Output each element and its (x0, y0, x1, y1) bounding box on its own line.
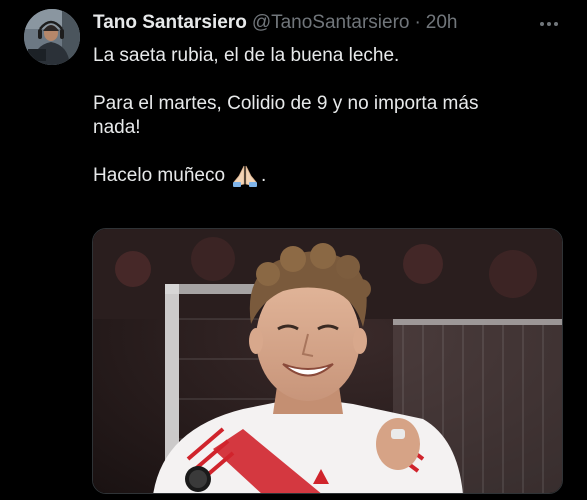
tweet-text-period: . (261, 165, 267, 186)
tweet-text-line: Hacelo muñeco (93, 165, 226, 186)
player-photo (93, 229, 562, 493)
separator-dot: · (414, 12, 421, 33)
author-avatar[interactable] (24, 9, 80, 65)
tweet[interactable]: Tano Santarsiero @TanoSantarsiero · 20h … (0, 0, 587, 500)
tweet-text-paragraph: Hacelo muñeco . (93, 164, 563, 188)
more-options-button[interactable] (537, 12, 561, 36)
author-handle[interactable]: @TanoSantarsiero (252, 11, 410, 35)
avatar-photo (24, 9, 80, 65)
ellipsis-icon (540, 22, 558, 26)
tweet-text-line: La saeta rubia, el de la buena leche. (93, 45, 400, 66)
tweet-timestamp[interactable]: 20h (426, 11, 458, 35)
tweet-text-line: nada! (93, 117, 141, 138)
tweet-text-line: Para el martes, Colidio de 9 y no import… (93, 93, 479, 114)
tweet-media-photo[interactable] (92, 228, 563, 494)
tweet-text: La saeta rubia, el de la buena leche. Pa… (93, 44, 563, 188)
praying-hands-icon (231, 164, 259, 188)
tweet-header: Tano Santarsiero @TanoSantarsiero · 20h (93, 11, 458, 35)
author-display-name[interactable]: Tano Santarsiero (93, 11, 247, 35)
tweet-text-paragraph: Para el martes, Colidio de 9 y no import… (93, 92, 563, 140)
